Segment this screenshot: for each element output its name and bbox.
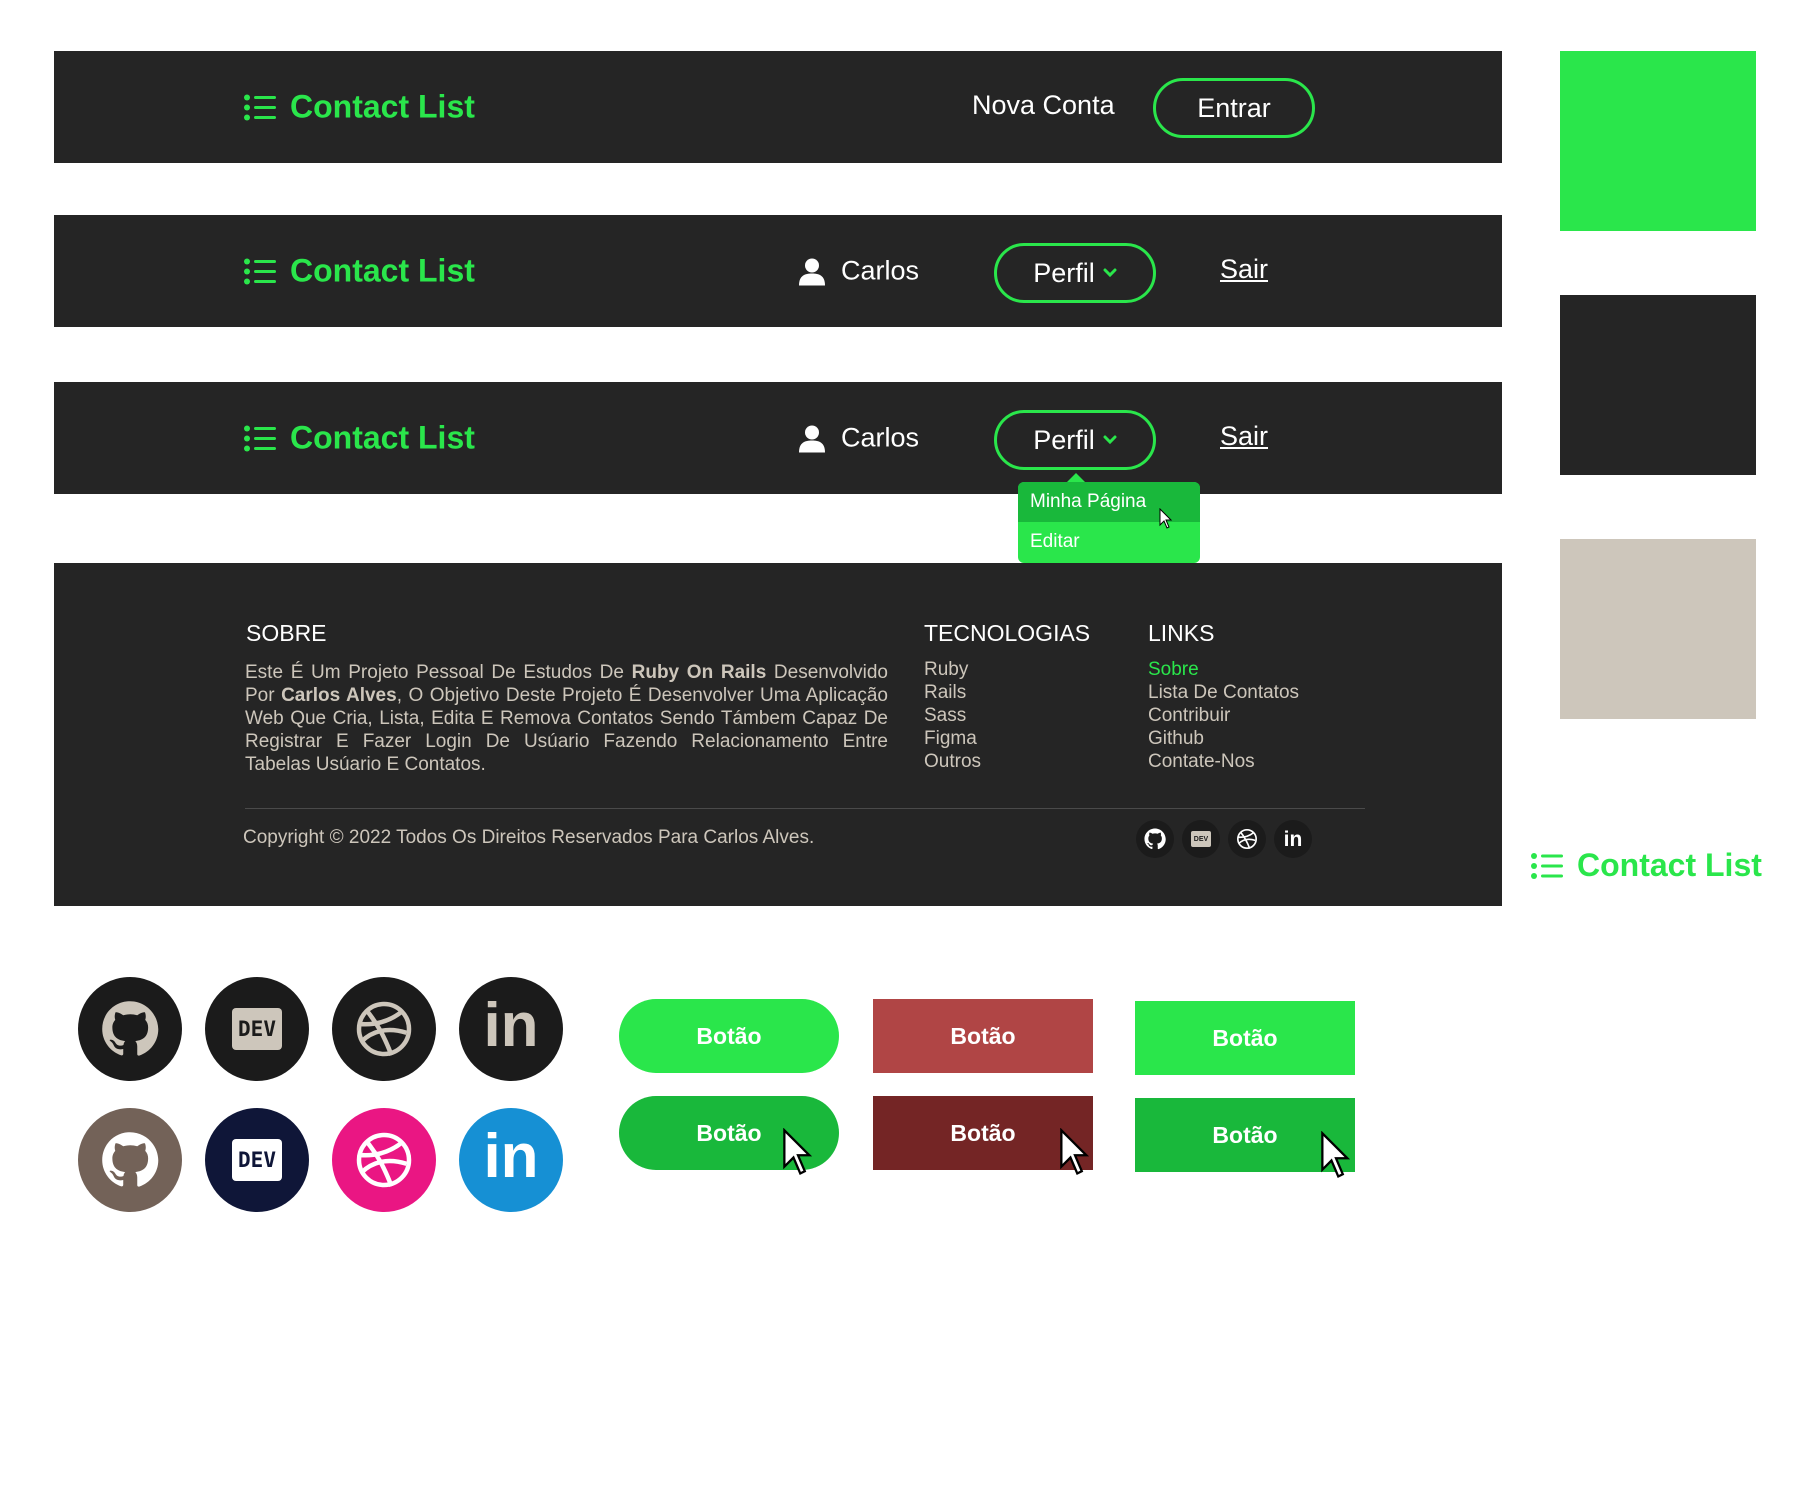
- chevron-down-icon: [1103, 268, 1117, 278]
- user-name: Carlos: [841, 422, 920, 453]
- footer-divider: [245, 808, 1365, 809]
- user-info: Carlos: [799, 256, 919, 287]
- footer-tech-title: TECNOLOGIAS: [924, 620, 1091, 646]
- linkedin-icon: in: [1283, 827, 1303, 851]
- footer: SOBRE Este É Um Projeto Pessoal De Estud…: [54, 563, 1502, 906]
- button-label: Botão: [696, 1022, 762, 1049]
- brand-logo[interactable]: Contact List: [244, 89, 475, 126]
- dribbble-icon: [356, 1132, 412, 1188]
- user-icon: [799, 258, 825, 285]
- logout-link[interactable]: Sair: [1220, 421, 1268, 452]
- footer-about-text: Este É Um Projeto Pessoal De Estudos De …: [245, 661, 888, 776]
- list-icon: [1531, 852, 1563, 879]
- tech-item: Sass: [924, 705, 967, 726]
- dev-icon: DEV: [1191, 831, 1211, 847]
- list-icon: [244, 258, 276, 284]
- brand-name: Contact List: [290, 88, 475, 125]
- link-item[interactable]: Sobre: [1148, 658, 1299, 681]
- linkedin-button-hover[interactable]: in: [459, 1108, 563, 1212]
- dribbble-button-hover[interactable]: [332, 1108, 436, 1212]
- dev-icon: DEV: [232, 1008, 282, 1050]
- tech-item: Ruby: [924, 659, 969, 680]
- github-icon: [102, 1132, 159, 1187]
- footer-about-title: SOBRE: [246, 620, 327, 646]
- dev-icon-label: DEV: [238, 1017, 276, 1041]
- swatch-dark: [1560, 295, 1756, 475]
- tech-item: Rails: [924, 682, 967, 703]
- linkedin-link[interactable]: in: [1274, 820, 1312, 858]
- linkedin-icon: in: [483, 991, 539, 1060]
- danger-button[interactable]: Botão: [873, 999, 1093, 1073]
- user-name: Carlos: [841, 255, 920, 286]
- navbar-user: Contact List Carlos Perfil Sair: [54, 215, 1502, 327]
- dev-button[interactable]: DEV: [205, 977, 309, 1081]
- link-item[interactable]: Contribuir: [1148, 704, 1299, 727]
- dev-icon: DEV: [232, 1139, 282, 1181]
- login-label: Entrar: [1197, 92, 1271, 123]
- dribbble-link[interactable]: [1228, 820, 1266, 858]
- brand-logo[interactable]: Contact List: [244, 420, 475, 457]
- cursor-icon: [1060, 1128, 1090, 1176]
- button-label: Botão: [950, 1022, 1016, 1049]
- github-button[interactable]: [78, 977, 182, 1081]
- list-icon: [244, 425, 276, 451]
- swatch-beige: [1560, 539, 1756, 719]
- brand-logo[interactable]: Contact List: [244, 253, 475, 290]
- navbar-guest: Contact List Nova Conta Entrar: [54, 51, 1502, 163]
- user-icon: [799, 425, 825, 452]
- profile-label: Perfil: [1033, 257, 1095, 288]
- dribbble-button[interactable]: [332, 977, 436, 1081]
- navbar-user-dropdown: Contact List Carlos Perfil Sair: [54, 382, 1502, 494]
- footer-social-links: DEV in: [1136, 820, 1312, 858]
- github-link[interactable]: [1136, 820, 1174, 858]
- brand-logo-standalone: Contact List: [1531, 847, 1762, 884]
- dev-link[interactable]: DEV: [1182, 820, 1220, 858]
- swatch-green: [1560, 51, 1756, 231]
- new-account-link[interactable]: Nova Conta: [972, 90, 1115, 121]
- github-icon: [1144, 828, 1166, 850]
- footer-copyright: Copyright © 2022 Todos Os Direitos Reser…: [243, 827, 815, 848]
- chevron-down-icon: [1103, 435, 1117, 445]
- button-label: Botão: [950, 1119, 1016, 1146]
- tech-item: Outros: [924, 751, 982, 772]
- dev-icon-label: DEV: [1193, 835, 1209, 843]
- about-text-bold: Carlos Alves: [281, 685, 397, 706]
- cursor-icon: [783, 1128, 813, 1176]
- dribbble-icon: [1237, 829, 1257, 849]
- link-item[interactable]: Github: [1148, 727, 1299, 750]
- user-info: Carlos: [799, 423, 919, 454]
- dev-icon-label: DEV: [238, 1148, 276, 1172]
- linkedin-button[interactable]: in: [459, 977, 563, 1081]
- dribbble-icon: [356, 1001, 412, 1057]
- profile-label: Perfil: [1033, 424, 1095, 455]
- linkedin-icon: in: [483, 1122, 539, 1191]
- github-button-hover[interactable]: [78, 1108, 182, 1212]
- footer-tech-list: Ruby Rails Sass Figma Outros: [924, 658, 981, 773]
- logout-link[interactable]: Sair: [1220, 254, 1268, 285]
- profile-button[interactable]: Perfil: [994, 243, 1156, 303]
- square-button[interactable]: Botão: [1135, 1001, 1355, 1075]
- github-icon: [102, 1001, 159, 1056]
- cursor-icon: [1321, 1131, 1351, 1179]
- button-label: Botão: [696, 1119, 762, 1146]
- about-text-bold: Ruby On Rails: [631, 662, 767, 683]
- profile-button[interactable]: Perfil: [994, 410, 1156, 470]
- brand-name: Contact List: [290, 419, 475, 456]
- footer-links-list: Sobre Lista De Contatos Contribuir Githu…: [1148, 658, 1299, 773]
- login-button[interactable]: Entrar: [1153, 78, 1315, 138]
- about-text-part: Este É Um Projeto Pessoal De Estudos De: [245, 662, 632, 683]
- link-item[interactable]: Lista De Contatos: [1148, 681, 1299, 704]
- list-icon: [244, 94, 276, 120]
- brand-name: Contact List: [1577, 847, 1762, 883]
- pill-button[interactable]: Botão: [619, 999, 839, 1073]
- brand-name: Contact List: [290, 252, 475, 289]
- cursor-icon: [1159, 508, 1173, 529]
- footer-links-title: LINKS: [1148, 620, 1215, 646]
- link-item[interactable]: Contate-Nos: [1148, 750, 1299, 773]
- dev-button-hover[interactable]: DEV: [205, 1108, 309, 1212]
- tech-item: Figma: [924, 728, 977, 749]
- button-label: Botão: [1212, 1024, 1278, 1051]
- button-label: Botão: [1212, 1121, 1278, 1148]
